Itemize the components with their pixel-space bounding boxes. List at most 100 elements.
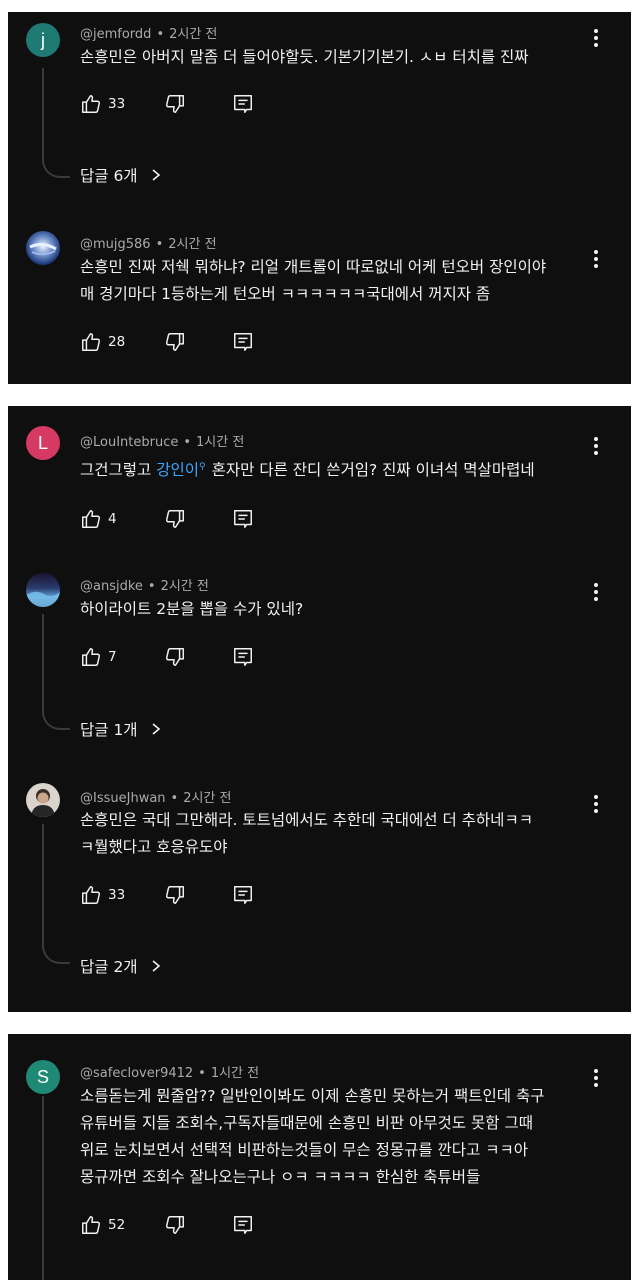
chevron-right-icon xyxy=(152,960,160,972)
comment-author[interactable]: @mujg586 xyxy=(80,237,151,252)
like-count: 52 xyxy=(108,1217,126,1233)
thumbs-down-icon xyxy=(165,95,184,113)
comment-author[interactable]: @safeclover9412 xyxy=(80,1066,193,1081)
comment-text: 하이라이트 2분을 뽑을 수가 있네? xyxy=(80,600,304,618)
comment-text: 손흥민은 아버지 말좀 더 들어야할듯. 기본기기본기. ㅅㅂ 터치를 진짜 xyxy=(80,48,529,66)
like-button[interactable]: 7 xyxy=(80,646,164,668)
comment-text: 그건그렇고 강인이⚲ 혼자만 다른 잔디 쓴거임? 진짜 이녀석 멱살마렵네 xyxy=(80,461,535,480)
reply-comment-icon xyxy=(234,510,252,528)
dislike-button[interactable] xyxy=(164,331,232,353)
comment-actions: 28 xyxy=(80,330,254,354)
comment-actions: 4 xyxy=(80,507,254,531)
comment-time[interactable]: 2시간 전 xyxy=(169,27,217,42)
like-count: 33 xyxy=(108,887,126,903)
search-icon: ⚲ xyxy=(199,462,206,472)
chevron-right-icon xyxy=(152,723,160,735)
thumbs-down-icon xyxy=(165,1216,184,1234)
chevron-right-icon xyxy=(152,169,160,181)
avatar-image xyxy=(26,591,60,607)
comment-author[interactable]: @LouIntebruce xyxy=(80,435,178,450)
avatar[interactable] xyxy=(26,231,60,265)
avatar[interactable] xyxy=(26,783,60,817)
comment-jemfordd: j @jemfordd • 2시간 전 손흥민은 아버지 말좀 더 들어야할듯. 기… xyxy=(8,12,631,212)
dislike-button[interactable] xyxy=(164,1214,232,1236)
thumbs-up-icon xyxy=(82,510,101,528)
comment-actions: 52 xyxy=(80,1213,254,1237)
view-replies-button[interactable]: 답글 6개 xyxy=(80,164,162,186)
like-button[interactable]: 28 xyxy=(80,331,164,353)
comment-meta: @ansjdke • 2시간 전 xyxy=(80,579,209,594)
reply-comment-icon xyxy=(234,95,252,113)
like-button[interactable]: 4 xyxy=(80,508,164,530)
comment-actions: 33 xyxy=(80,883,254,907)
dislike-button[interactable] xyxy=(164,884,232,906)
reply-button[interactable] xyxy=(232,1214,254,1236)
thread-connector xyxy=(42,706,70,730)
like-count: 4 xyxy=(108,511,117,527)
comment-panel-1: j @jemfordd • 2시간 전 손흥민은 아버지 말좀 더 들어야할듯. 기… xyxy=(8,12,631,384)
like-count: 33 xyxy=(108,96,126,112)
avatar[interactable]: j xyxy=(26,23,60,57)
view-replies-button[interactable]: 답글 1개 xyxy=(80,718,162,740)
thread-connector xyxy=(42,940,70,964)
comment-time[interactable]: 2시간 전 xyxy=(183,791,231,806)
dislike-button[interactable] xyxy=(164,508,232,530)
comment-issuejhwan: @IssueJhwan • 2시간 전 손흥민은 국대 그만해라. 토트넘에서도 추… xyxy=(8,778,631,1012)
reply-button[interactable] xyxy=(232,884,254,906)
thumbs-up-icon xyxy=(82,886,101,904)
dislike-button[interactable] xyxy=(164,93,232,115)
thumbs-down-icon xyxy=(165,886,184,904)
avatar-image xyxy=(29,242,57,256)
avatar-image xyxy=(31,789,55,817)
reply-comment-icon xyxy=(234,648,252,666)
comment-text: 소름돋는게 뭔줄암?? 일반인이봐도 이제 손흥민 못하는거 팩트인데 축구 유… xyxy=(80,1087,545,1186)
reply-button[interactable] xyxy=(232,646,254,668)
thumbs-down-icon xyxy=(165,648,184,666)
comment-mujg586: @mujg586 • 2시간 전 손흥민 진짜 저쉑 뭐하냐? 리얼 개트롤이 따로… xyxy=(8,230,631,380)
dislike-button[interactable] xyxy=(164,646,232,668)
comment-actions: 7 xyxy=(80,645,254,669)
like-button[interactable]: 33 xyxy=(80,93,164,115)
thumbs-up-icon xyxy=(82,648,101,666)
like-button[interactable]: 33 xyxy=(80,884,164,906)
reply-button[interactable] xyxy=(232,331,254,353)
comment-author[interactable]: @IssueJhwan xyxy=(80,791,166,806)
thread-line xyxy=(42,824,44,948)
view-replies-button[interactable]: 답글 2개 xyxy=(80,955,162,977)
comment-text: 손흥민은 국대 그만해라. 토트넘에서도 추한데 국대에선 더 추하네ㅋㅋ ㅋ뭘… xyxy=(80,811,533,856)
like-count: 7 xyxy=(108,649,117,665)
thumbs-up-icon xyxy=(82,95,101,113)
mention-link[interactable]: 강인이 xyxy=(156,461,199,479)
comment-safeclover9412: S @safeclover9412 • 1시간 전 소름돋는게 뭔줄암?? 일반인이… xyxy=(8,1034,631,1280)
thumbs-down-icon xyxy=(165,510,184,528)
avatar[interactable]: L xyxy=(26,426,60,460)
comment-actions: 33 xyxy=(80,92,254,116)
comment-panel-2: L @LouIntebruce • 1시간 전 그건그렇고 강인이⚲ 혼자만 다른 잔… xyxy=(8,406,631,1012)
thread-line xyxy=(42,68,44,162)
thumbs-up-icon xyxy=(82,1216,101,1234)
comment-time[interactable]: 1시간 전 xyxy=(196,435,244,450)
comment-meta: @safeclover9412 • 1시간 전 xyxy=(80,1066,260,1081)
like-count: 28 xyxy=(108,334,126,350)
thumbs-down-icon xyxy=(165,333,184,351)
comment-meta: @mujg586 • 2시간 전 xyxy=(80,237,217,252)
reply-comment-icon xyxy=(234,886,252,904)
comment-time[interactable]: 2시간 전 xyxy=(161,579,209,594)
reply-button[interactable] xyxy=(232,93,254,115)
thumbs-up-icon xyxy=(82,333,101,351)
reply-comment-icon xyxy=(234,333,252,351)
avatar[interactable]: S xyxy=(26,1060,60,1094)
comment-louintebruce: L @LouIntebruce • 1시간 전 그건그렇고 강인이⚲ 혼자만 다른 잔… xyxy=(8,406,631,546)
thread-line xyxy=(42,614,44,714)
reply-button[interactable] xyxy=(232,508,254,530)
comment-author[interactable]: @ansjdke xyxy=(80,579,143,594)
comment-time[interactable]: 1시간 전 xyxy=(211,1066,259,1081)
comment-time[interactable]: 2시간 전 xyxy=(168,237,216,252)
comment-text: 손흥민 진짜 저쉑 뭐하냐? 리얼 개트롤이 따로없네 어케 턴오버 장인이야 … xyxy=(80,258,547,303)
reply-comment-icon xyxy=(234,1216,252,1234)
like-button[interactable]: 52 xyxy=(80,1214,164,1236)
comment-meta: @jemfordd • 2시간 전 xyxy=(80,27,218,42)
avatar[interactable] xyxy=(26,573,60,607)
comment-author[interactable]: @jemfordd xyxy=(80,27,151,42)
comment-panel-3: S @safeclover9412 • 1시간 전 소름돋는게 뭔줄암?? 일반인이… xyxy=(8,1034,631,1280)
